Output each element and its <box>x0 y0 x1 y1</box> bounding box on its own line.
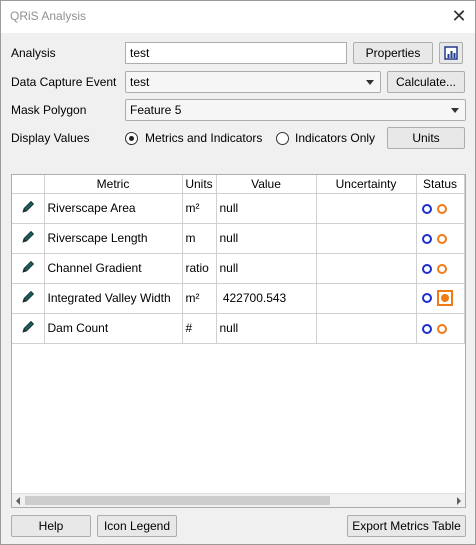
units-cell: m <box>182 223 217 254</box>
metrics-table: Metric Units Value Uncertainty Status Ri… <box>11 174 466 508</box>
status-circle-blue-icon <box>421 323 432 334</box>
horizontal-scrollbar[interactable] <box>12 493 465 507</box>
window-title: QRiS Analysis <box>10 9 87 23</box>
chevron-down-icon <box>451 108 459 113</box>
status-cell <box>416 253 465 284</box>
export-metrics-table-button[interactable]: Export Metrics Table <box>347 515 466 537</box>
mask-polygon-select-value: Feature 5 <box>130 103 182 117</box>
metric-cell: Riverscape Length <box>44 223 183 254</box>
edit-cell[interactable] <box>12 223 45 254</box>
icon-legend-button[interactable]: Icon Legend <box>97 515 177 537</box>
table-row[interactable]: Riverscape Length m null <box>12 223 465 254</box>
units-cell: m² <box>182 283 217 314</box>
value-cell: null <box>216 253 317 284</box>
units-cell: ratio <box>182 253 217 284</box>
pencil-icon[interactable] <box>20 289 36 305</box>
metric-cell: Integrated Valley Width <box>44 283 183 314</box>
value-cell: null <box>216 223 317 254</box>
chart-button[interactable] <box>439 42 463 64</box>
analysis-input[interactable]: test <box>125 42 347 64</box>
metric-cell: Dam Count <box>44 313 183 344</box>
scrollbar-thumb[interactable] <box>25 496 330 505</box>
column-header-metric[interactable]: Metric <box>44 175 183 194</box>
dce-select[interactable]: test <box>125 71 381 93</box>
uncertainty-cell <box>316 193 417 224</box>
close-icon[interactable]: ✕ <box>451 7 467 25</box>
units-cell: m² <box>182 193 217 224</box>
scroll-right-icon[interactable] <box>457 497 461 505</box>
status-circle-orange-icon <box>436 323 447 334</box>
column-header-value[interactable]: Value <box>216 175 317 194</box>
chevron-down-icon <box>366 80 374 85</box>
table-row[interactable]: Integrated Valley Width m² 422700.543 <box>12 283 465 314</box>
uncertainty-cell <box>316 253 417 284</box>
pencil-icon[interactable] <box>20 259 36 275</box>
status-circle-blue-icon <box>421 233 432 244</box>
pencil-icon[interactable] <box>20 319 36 335</box>
title-bar: QRiS Analysis ✕ <box>1 1 475 33</box>
column-header-status[interactable]: Status <box>416 175 465 194</box>
radio-indicators-only[interactable] <box>276 132 289 145</box>
qris-analysis-dialog: QRiS Analysis ✕ Analysis test Properties… <box>0 0 476 545</box>
status-cell <box>416 223 465 254</box>
radio-metrics-and-indicators-label[interactable]: Metrics and Indicators <box>145 131 262 145</box>
status-circle-blue-icon <box>421 263 432 274</box>
dce-label: Data Capture Event <box>11 75 117 89</box>
value-cell: null <box>216 193 317 224</box>
properties-button[interactable]: Properties <box>353 42 433 64</box>
table-row[interactable]: Channel Gradient ratio null <box>12 253 465 284</box>
uncertainty-cell <box>316 283 417 314</box>
column-header-units[interactable]: Units <box>182 175 217 194</box>
mask-polygon-select[interactable]: Feature 5 <box>125 99 466 121</box>
status-cell <box>416 193 465 224</box>
units-cell: # <box>182 313 217 344</box>
column-header-uncertainty[interactable]: Uncertainty <box>316 175 417 194</box>
value-cell: null <box>216 313 317 344</box>
status-circle-orange-icon <box>436 233 447 244</box>
table-header-row: Metric Units Value Uncertainty Status <box>12 175 465 194</box>
display-values-label: Display Values <box>11 131 90 145</box>
pencil-icon[interactable] <box>20 199 36 215</box>
edit-cell[interactable] <box>12 313 45 344</box>
chart-icon <box>444 46 458 60</box>
status-cell <box>416 283 465 314</box>
status-circle-blue-icon <box>421 293 432 303</box>
status-circle-orange-icon <box>436 263 447 274</box>
help-button[interactable]: Help <box>11 515 91 537</box>
edit-cell[interactable] <box>12 283 45 314</box>
uncertainty-cell <box>316 313 417 344</box>
status-circle-blue-icon <box>421 203 432 214</box>
table-row[interactable]: Riverscape Area m² null <box>12 193 465 224</box>
status-circle-orange-icon <box>436 203 447 214</box>
pencil-icon[interactable] <box>20 229 36 245</box>
edit-cell[interactable] <box>12 253 45 284</box>
metric-cell: Channel Gradient <box>44 253 183 284</box>
edit-cell[interactable] <box>12 193 45 224</box>
status-cell <box>416 313 465 344</box>
units-button[interactable]: Units <box>387 127 465 149</box>
metrics-grid: Metric Units Value Uncertainty Status Ri… <box>12 175 465 344</box>
radio-indicators-only-label[interactable]: Indicators Only <box>295 131 375 145</box>
status-warning-orange-icon <box>436 290 453 306</box>
dce-select-value: test <box>130 75 150 89</box>
mask-polygon-label: Mask Polygon <box>11 103 87 117</box>
analysis-label: Analysis <box>11 46 56 60</box>
scroll-left-icon[interactable] <box>16 497 20 505</box>
table-row[interactable]: Dam Count # null <box>12 313 465 344</box>
value-cell: 422700.543 <box>216 283 317 314</box>
column-header-edit[interactable] <box>12 175 45 194</box>
uncertainty-cell <box>316 223 417 254</box>
calculate-button[interactable]: Calculate... <box>387 71 465 93</box>
metric-cell: Riverscape Area <box>44 193 183 224</box>
radio-metrics-and-indicators[interactable] <box>125 132 138 145</box>
